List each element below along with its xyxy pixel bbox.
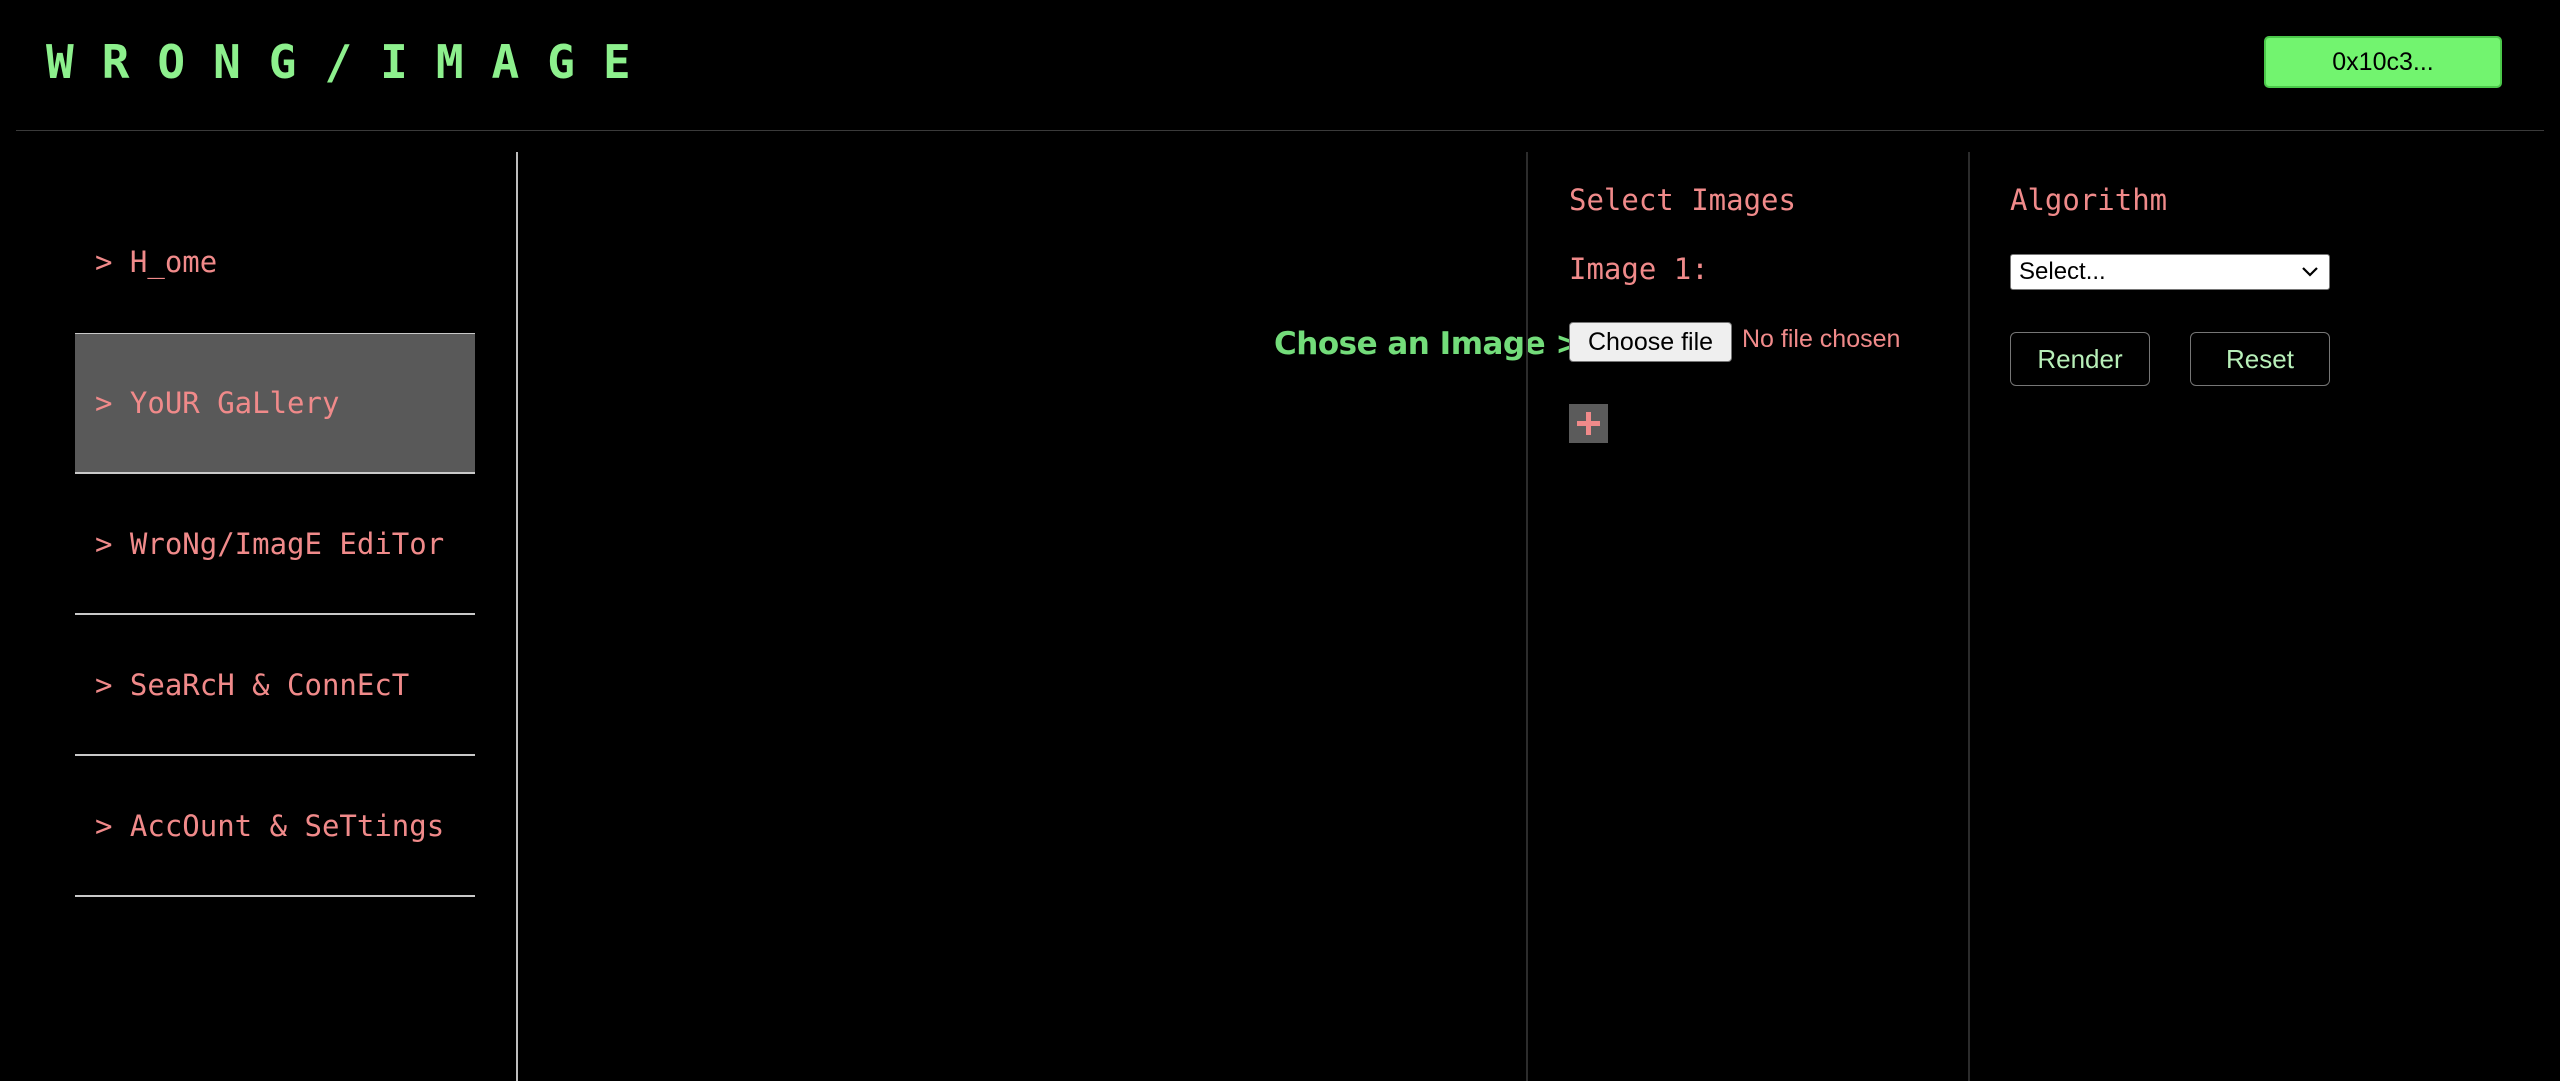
wallet-address-button[interactable]: 0x10c3...	[2264, 36, 2502, 88]
sidebar-item-label: > WroNg/ImagE EdiTor	[95, 526, 445, 561]
sidebar-item-account-settings[interactable]: > AccOunt & SeTtings	[75, 756, 475, 897]
algorithm-select-value: Select...	[2019, 258, 2106, 285]
sidebar-item-label: > H_ome	[95, 244, 218, 279]
sidebar-item-home[interactable]: > H_ome	[75, 190, 475, 333]
plus-icon	[1577, 412, 1600, 435]
sidebar-item-image-editor[interactable]: > WroNg/ImagE EdiTor	[75, 474, 475, 615]
header-divider	[16, 130, 2544, 131]
file-status-text: No file chosen	[1742, 325, 1901, 353]
sidebar-item-label: > YoUR GaLlery	[95, 386, 340, 420]
render-button[interactable]: Render	[2010, 332, 2150, 386]
brand-logo[interactable]: WRONG/IMAGE	[46, 30, 659, 94]
algorithm-select[interactable]: Select...	[2010, 254, 2330, 290]
column-divider	[1526, 152, 1528, 1081]
add-image-button[interactable]	[1569, 404, 1608, 443]
sidebar-item-search-connect[interactable]: > SeaRcH & ConnEcT	[75, 615, 475, 756]
image-1-label: Image 1:	[1569, 252, 1709, 286]
app-root: WRONG/IMAGE 0x10c3... > H_ome > YoUR GaL…	[0, 0, 2560, 1081]
chevron-down-icon	[2302, 267, 2318, 277]
choose-file-button[interactable]: Choose file	[1569, 322, 1732, 362]
sidebar-item-label: > SeaRcH & ConnEcT	[95, 667, 410, 702]
reset-button[interactable]: Reset	[2190, 332, 2330, 386]
select-images-title: Select Images	[1569, 183, 1796, 217]
choose-image-prompt: Chose an Image >	[1274, 326, 1581, 362]
sidebar-divider	[516, 152, 518, 1081]
sidebar-nav: > H_ome > YoUR GaLlery > WroNg/ImagE Edi…	[75, 190, 475, 897]
algorithm-title: Algorithm	[2010, 183, 2168, 217]
column-divider	[1968, 152, 1970, 1081]
sidebar-item-label: > AccOunt & SeTtings	[95, 808, 445, 843]
sidebar-item-your-gallery[interactable]: > YoUR GaLlery	[75, 333, 475, 474]
